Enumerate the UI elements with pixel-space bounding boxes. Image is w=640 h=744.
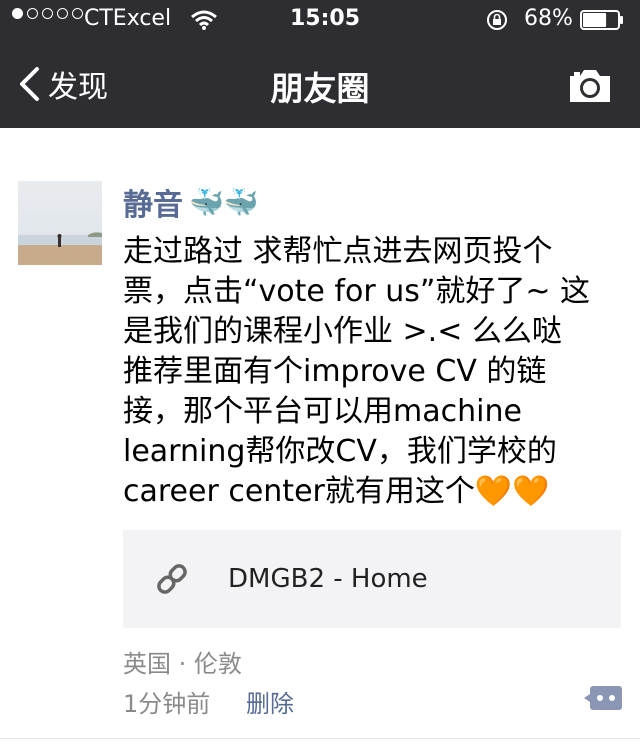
- post-timestamp: 1分钟前: [123, 690, 211, 718]
- camera-icon[interactable]: [566, 66, 614, 106]
- delete-button[interactable]: 删除: [246, 684, 294, 719]
- signal-dot: [72, 8, 83, 19]
- clock: 15:05: [290, 6, 361, 31]
- signal-dot: [27, 8, 38, 19]
- top-bar: CTExcel 15:05 68% 发现 朋友圈: [0, 0, 640, 128]
- link-title: DMGB2 - Home: [228, 564, 428, 594]
- divider: [0, 738, 640, 739]
- post-text: 走过路过 求帮忙点进去网页投个 票，点击“vote for us”就好了~ 这 …: [123, 234, 591, 509]
- battery-icon: [580, 10, 623, 30]
- nav-bar: 发现 朋友圈: [0, 40, 640, 128]
- signal-dot: [42, 8, 53, 19]
- rotation-lock-icon: [487, 10, 507, 30]
- whale-emoji: 🐳🐳: [189, 185, 259, 219]
- post-author[interactable]: 静音 🐳🐳: [123, 180, 259, 224]
- comment-bubble-icon[interactable]: [584, 684, 624, 716]
- carrier-name: CTExcel: [84, 6, 172, 31]
- signal-strength: [12, 8, 83, 19]
- status-bar: CTExcel 15:05 68%: [0, 0, 640, 40]
- author-name: 静音: [123, 188, 183, 223]
- post-location[interactable]: 英国 · 伦敦: [123, 644, 242, 679]
- avatar[interactable]: [18, 181, 102, 265]
- signal-dot: [12, 8, 23, 19]
- wifi-icon: [191, 10, 217, 30]
- link-icon: [157, 564, 187, 594]
- link-card[interactable]: DMGB2 - Home: [123, 530, 621, 628]
- page-title: 朋友圈: [270, 69, 370, 108]
- battery-percent: 68%: [524, 6, 573, 31]
- link-thumbnail: [128, 535, 216, 623]
- signal-dot: [57, 8, 68, 19]
